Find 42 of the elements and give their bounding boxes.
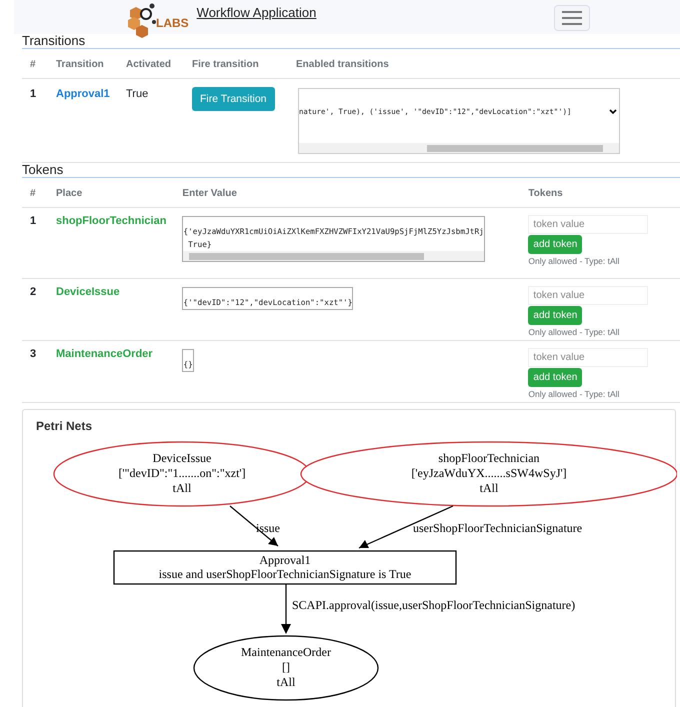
column-header: Place	[48, 178, 174, 208]
column-header: Enabled transitions	[288, 49, 680, 78]
column-header: Tokens	[520, 178, 680, 208]
row-number: 2	[30, 286, 36, 298]
app-title-link[interactable]: Workflow Application	[196, 5, 316, 20]
type-hint: Only allowed - Type: tAll	[528, 327, 620, 337]
row-number: 3	[30, 348, 36, 360]
arc-label: userShopFloorTechnicianSignature	[413, 521, 582, 535]
token-value-input[interactable]: token value	[528, 286, 648, 305]
card-title: Petri Nets	[35, 418, 94, 433]
row-number: 1	[30, 215, 36, 227]
column-header: Fire transition	[184, 49, 288, 78]
place-name: MaintenanceOrder	[56, 348, 153, 360]
token-value-input[interactable]: token value	[528, 215, 648, 234]
brand-name: LABS	[156, 16, 189, 30]
column-header: #	[22, 49, 48, 78]
column-header: Activated	[118, 49, 184, 78]
arc-arrow	[281, 584, 291, 634]
column-header: #	[22, 178, 48, 208]
place-node: shopFloorTechnician ['eyJzaWduYX.......sSW4wSyJ'] tAll	[300, 441, 677, 507]
section-heading: Tokens	[22, 163, 680, 178]
horizontal-scrollbar[interactable]	[299, 143, 619, 153]
column-header: Transition	[48, 49, 118, 78]
arc-arrow	[230, 506, 278, 546]
transition-node: Approval1 issue and userShopFloorTechnicianSignature is True	[113, 550, 457, 585]
place-name: DeviceIssue	[56, 286, 120, 298]
place-node: MaintenanceOrder [] tAll	[193, 635, 379, 701]
menu-button[interactable]	[554, 5, 590, 31]
chevron-down-icon	[609, 108, 617, 114]
column-header: Enter Value	[174, 178, 520, 208]
token-value-input[interactable]: token value	[528, 348, 648, 367]
type-hint: Only allowed - Type: tAll	[528, 256, 620, 266]
type-hint: Only allowed - Type: tAll	[528, 389, 620, 399]
section-heading: Transitions	[22, 34, 680, 49]
row-number: 1	[30, 88, 36, 100]
arc-label: SCAPI.approval(issue,userShopFloorTechnicianSignature)	[292, 598, 576, 612]
arc-label: issue	[256, 521, 280, 535]
menu-icon	[562, 11, 582, 25]
transition-link[interactable]: Approval1	[56, 88, 110, 100]
activated-value: True	[126, 88, 148, 100]
horizontal-scrollbar[interactable]	[183, 251, 484, 261]
place-name: shopFloorTechnician	[56, 215, 166, 227]
